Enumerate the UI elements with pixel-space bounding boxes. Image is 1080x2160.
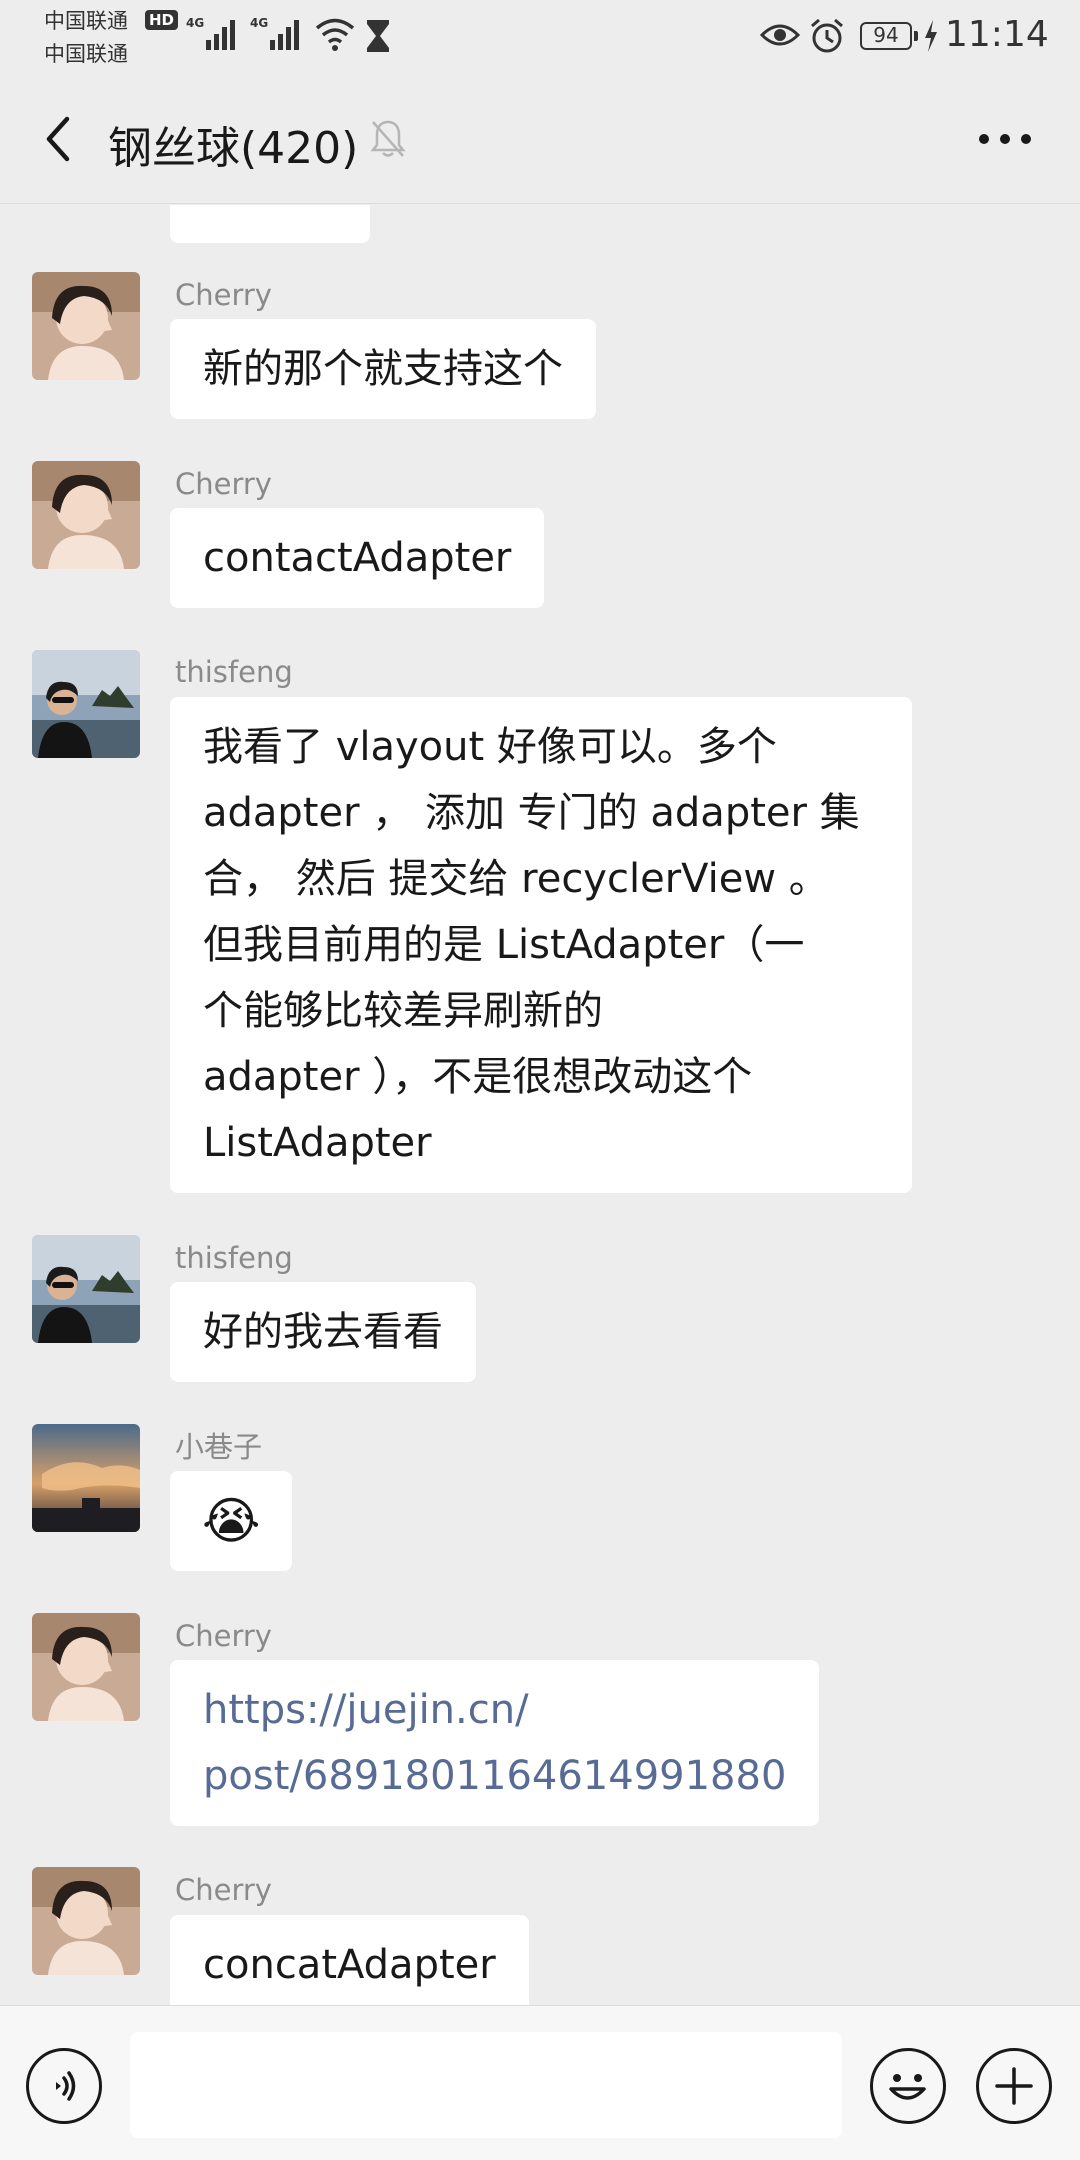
emoji-icon [889,2074,926,2100]
message-bubble-partial[interactable] [170,205,370,243]
more-options-button[interactable] [970,114,1040,164]
message-bubble-emoji[interactable]: 😭 [170,1471,293,1571]
emoji-button[interactable] [870,2048,946,2124]
message-line: 个能够比较差异刷新的 [203,988,603,1034]
message-line: ListAdapter [203,1120,432,1166]
hd-badge: HD [145,10,179,30]
message-line: 但我目前用的是 ListAdapter（一 [203,922,805,968]
status-bar: 中国联通 中国联通 HD 4G 4G 94 11:14 [0,0,1080,74]
sender-name: Cherry [175,467,272,501]
avatar[interactable] [32,1235,140,1343]
sender-name: Cherry [175,278,272,312]
message-bubble[interactable]: contactAdapter [170,508,545,608]
eye-icon [759,20,801,54]
chevron-left-icon [46,116,70,162]
network-label-1: 4G [186,16,204,30]
plus-button[interactable] [976,2048,1052,2124]
alarm-icon [808,17,846,59]
avatar[interactable] [32,650,140,758]
avatar[interactable] [32,461,140,569]
carrier-label-1: 中国联通 [44,9,128,33]
wifi-icon [314,16,356,56]
voice-icon [56,2071,76,2101]
message-list[interactable]: Cherry 新的那个就支持这个 Cherry contactAdapter t… [0,205,1080,2005]
crying-face-icon: 😭 [202,1492,261,1550]
chat-title: 钢丝球(420) [108,123,359,174]
sender-name: Cherry [175,1873,272,1907]
avatar[interactable] [32,1424,140,1532]
chat-input-bar [0,2005,1080,2160]
message-bubble-link[interactable]: https://juejin.cn/ post/6891801164614991… [170,1660,820,1826]
message-line: adapter ），不是很想改动这个 [203,1054,753,1100]
signal-icon: 4G [250,14,304,58]
message-line: adapter ， 添加 专门的 adapter 集 [203,790,860,836]
back-button[interactable] [28,106,88,172]
bell-off-icon [368,118,408,162]
message-bubble[interactable]: 好的我去看看 [170,1282,476,1382]
avatar[interactable] [32,1867,140,1975]
message-bubble[interactable]: concatAdapter [170,1915,529,2005]
message-line: 合， 然后 提交给 recyclerView 。 [203,856,829,902]
charging-icon [922,18,940,58]
avatar[interactable] [32,1613,140,1721]
status-time: 11:14 [945,14,1049,55]
voice-button[interactable] [26,2048,102,2124]
carrier-label-2: 中国联通 [44,42,128,66]
plus-icon [995,2067,1033,2105]
avatar[interactable] [32,272,140,380]
sender-name: thisfeng [175,1241,293,1275]
link-line[interactable]: post/6891801164614991880 [203,1743,786,1809]
sender-name: 小巷子 [175,1430,263,1464]
battery-icon: 94 [860,22,918,50]
network-label-2: 4G [250,16,268,30]
hourglass-icon [364,18,392,58]
chat-header: 钢丝球(420) [0,74,1080,204]
signal-icon: 4G [186,14,240,58]
sender-name: Cherry [175,1619,272,1653]
more-dots-icon [979,134,1031,144]
link-line[interactable]: https://juejin.cn/ [203,1677,786,1743]
message-line: 我看了 vlayout 好像可以。多个 [203,724,777,770]
message-bubble[interactable]: 我看了 vlayout 好像可以。多个 adapter ， 添加 专门的 ada… [170,697,912,1193]
sender-name: thisfeng [175,655,293,689]
message-bubble[interactable]: 新的那个就支持这个 [170,319,596,419]
message-input[interactable] [130,2032,842,2138]
